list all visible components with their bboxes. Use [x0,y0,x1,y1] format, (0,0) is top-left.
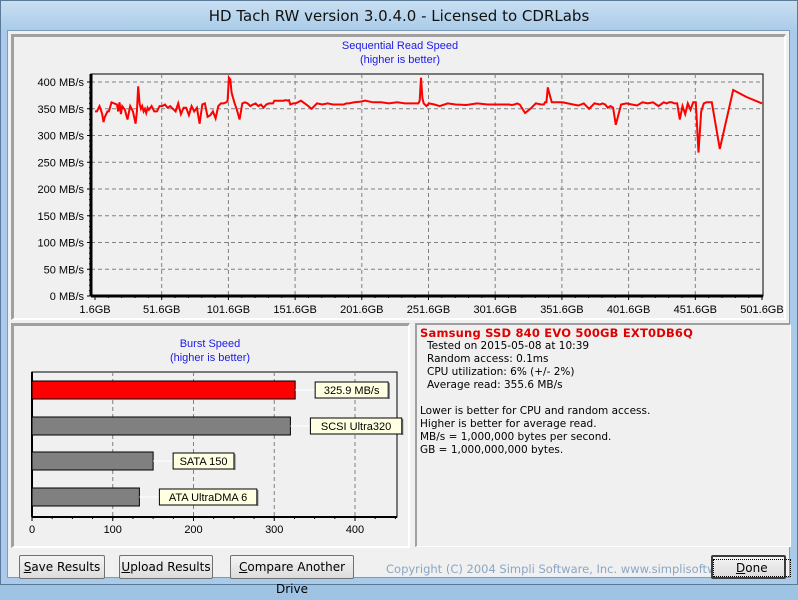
note-line: Lower is better for CPU and random acces… [420,405,651,417]
done-button[interactable]: Done [711,555,791,579]
average-read: Average read: 355.6 MB/s [427,379,563,391]
results-info-panel: Samsung SSD 840 EVO 500GB EXT0DB6Q Teste… [415,323,791,547]
x-tick-label: 501.6GB [740,304,783,316]
x-tick-label: 401.6GB [607,304,650,316]
bar-label: SATA 150 [180,456,228,468]
upload-label: pload Results [130,560,211,574]
compare-label: ompare Another Drive [247,560,346,596]
upload-results-button[interactable]: Upload Results [119,555,213,579]
cpu-utilization: CPU utilization: 6% (+/- 2%) [427,366,575,378]
compare-another-drive-button[interactable]: Compare Another Drive [230,555,354,596]
upload-mnemonic: U [121,560,131,574]
bar-label: SCSI Ultra320 [321,421,391,433]
burst-speed-chart: 0 100 200 300 400 325.9 MB/s SCSI Ultra320 SATA… [29,371,404,536]
bar-x-tick-label: 300 [265,524,283,536]
bar-label: ATA UltraDMA 6 [169,492,247,504]
x-tick-label: 301.6GB [473,304,516,316]
x-tick-label: 451.6GB [674,304,717,316]
note-line: MB/s = 1,000,000 bytes per second. [420,431,612,443]
burst-bar [31,451,154,471]
bar-x-tick-label: 100 [104,524,122,536]
tested-on: Tested on 2015-05-08 at 10:39 [427,340,590,352]
burst-bar [31,416,291,436]
bar-label-shadow [233,454,236,470]
note-line: GB = 1,000,000,000 bytes. [420,444,564,456]
bar-x-tick-label: 0 [29,524,35,536]
bar-x-tick-label: 400 [346,524,364,536]
bar-label-shadow [256,490,259,506]
bar-x-tick-label: 200 [184,524,202,536]
bar-label-shadow [388,383,390,399]
done-mnemonic: D [736,561,746,575]
save-label: ave Results [31,560,101,574]
bar-label-shadow [401,419,404,435]
note-line: Higher is better for average read. [420,418,597,430]
burst-bar [31,380,296,400]
random-access: Random access: 0.1ms [427,353,549,365]
x-tick-label: 351.6GB [540,304,583,316]
burst-bar [31,487,140,507]
copyright-text: Copyright (C) 2004 Simpli Software, Inc.… [386,562,764,576]
done-label: one [745,561,768,575]
save-results-button[interactable]: Save Results [19,555,105,579]
bar-label: 325.9 MB/s [324,385,380,397]
drive-name: Samsung SSD 840 EVO 500GB EXT0DB6Q [420,326,694,340]
